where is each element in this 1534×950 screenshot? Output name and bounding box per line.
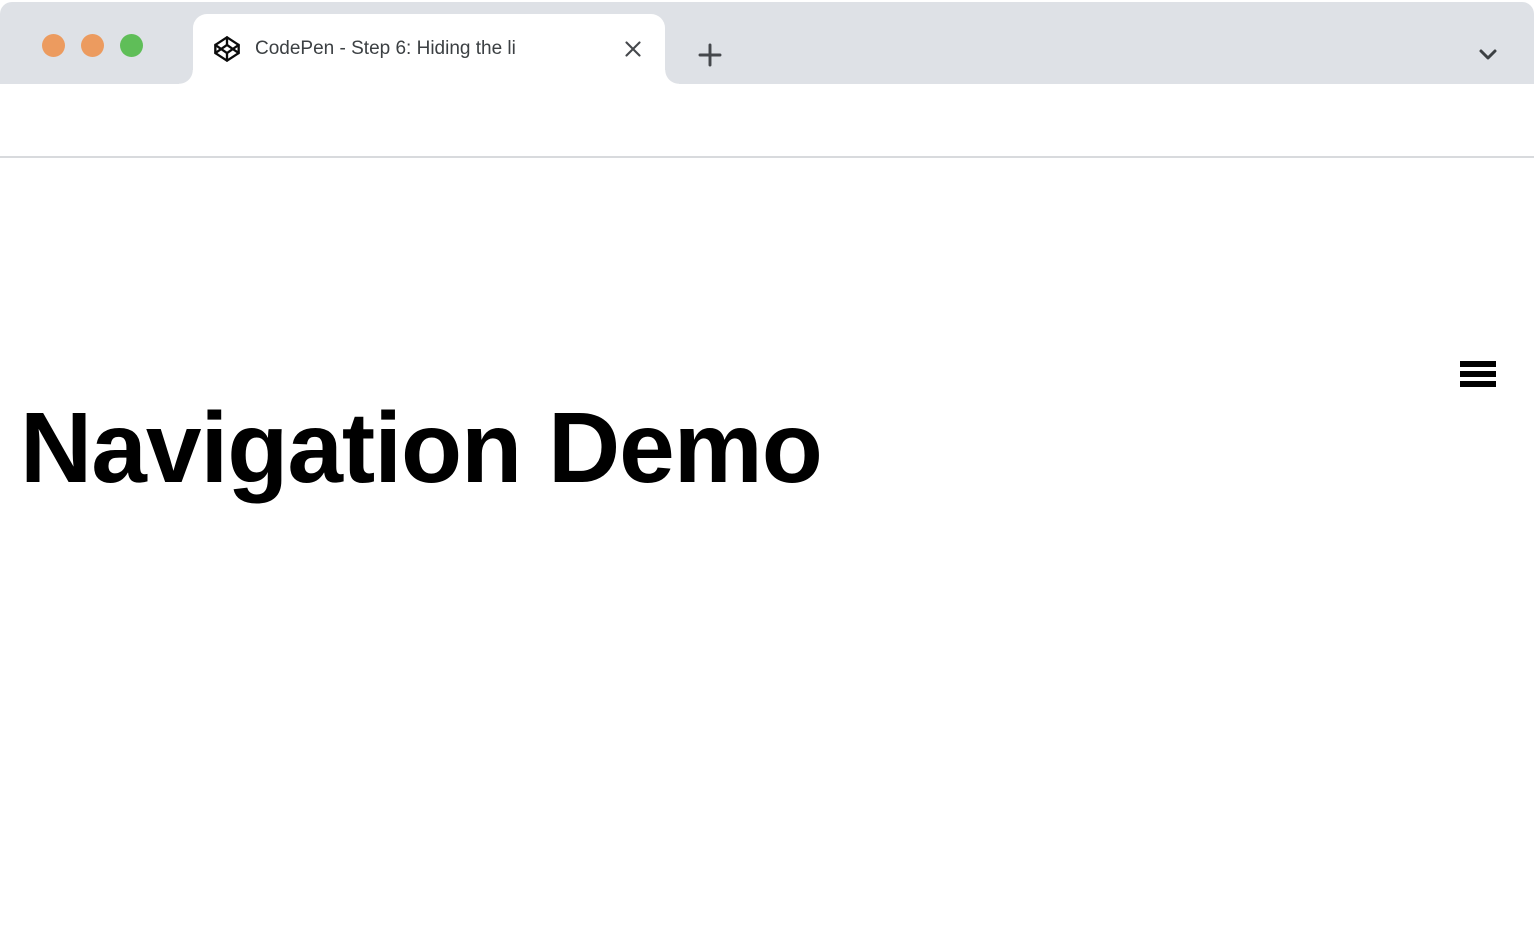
page-content: Navigation Demo <box>0 158 1534 950</box>
page-title: Navigation Demo <box>20 392 823 504</box>
browser-tab[interactable]: CodePen - Step 6: Hiding the li <box>179 14 679 84</box>
plus-icon <box>694 39 726 71</box>
window-controls <box>42 34 143 57</box>
tab-title-fade <box>559 18 621 80</box>
tab-close-button[interactable] <box>621 37 645 61</box>
window-close-button[interactable] <box>42 34 65 57</box>
nav-menu-button[interactable] <box>1450 351 1506 397</box>
window-minimize-button[interactable] <box>81 34 104 57</box>
close-icon <box>621 37 645 61</box>
hamburger-icon <box>1460 361 1496 387</box>
browser-window: CodePen - Step 6: Hiding the li Navigati… <box>0 0 1534 950</box>
window-zoom-button[interactable] <box>120 34 143 57</box>
browser-toolbar: cdpn.io/pen/debug/dymzOzM <box>0 84 1534 229</box>
tab-strip: CodePen - Step 6: Hiding the li <box>0 2 1534 84</box>
chevron-down-icon <box>1474 41 1502 67</box>
tab-search-button[interactable] <box>1474 41 1502 67</box>
codepen-favicon-icon <box>213 35 241 63</box>
new-tab-button[interactable] <box>694 39 726 71</box>
